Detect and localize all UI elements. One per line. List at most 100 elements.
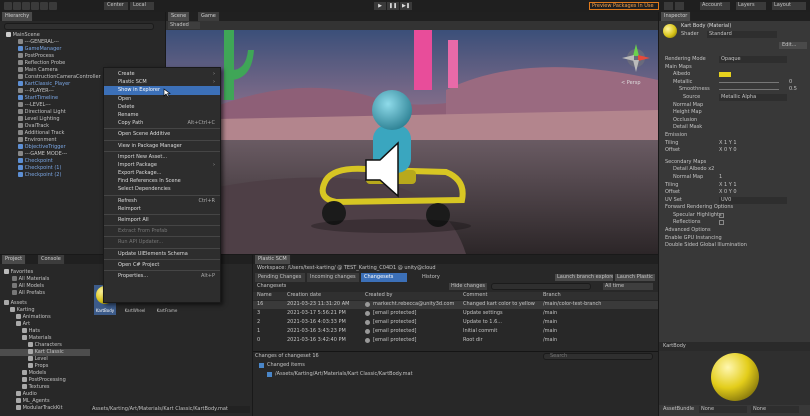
assetbundle-dropdown[interactable]: None bbox=[699, 406, 747, 413]
property-row[interactable]: Normal Map bbox=[659, 102, 810, 110]
tree-item[interactable]: Art bbox=[0, 321, 90, 328]
move-tool-icon[interactable] bbox=[13, 2, 21, 10]
tab-pending-changes[interactable]: Pending Changes bbox=[255, 273, 305, 282]
tab-project[interactable]: Project bbox=[2, 255, 27, 264]
property-row[interactable]: Offset X 0 Y 0 bbox=[659, 189, 810, 197]
property-row[interactable]: Tiling X 1 Y 1 bbox=[659, 182, 810, 190]
checkbox-icon[interactable] bbox=[719, 220, 724, 226]
shader-dropdown[interactable]: Standard bbox=[707, 31, 777, 38]
tab-incoming-changes[interactable]: Incoming changes bbox=[307, 273, 359, 282]
tree-item[interactable]: Assets bbox=[0, 300, 90, 307]
collab-icon[interactable] bbox=[664, 2, 673, 10]
step-button[interactable]: ▶❚ bbox=[400, 2, 412, 10]
menu-item-import-new-asset[interactable]: Import New Asset... bbox=[104, 153, 220, 161]
table-row[interactable]: 3 2021-03-17 5:56:21 PM [email protected… bbox=[253, 310, 658, 318]
property-row[interactable]: Reflections bbox=[659, 219, 810, 227]
property-row[interactable]: Detail Albedo x2 bbox=[659, 166, 810, 174]
property-row[interactable]: Metallic 0 bbox=[659, 79, 810, 87]
changes-search[interactable]: Search bbox=[543, 353, 653, 360]
property-row[interactable]: Double Sided Global Illumination bbox=[659, 242, 810, 250]
preview-area[interactable] bbox=[659, 351, 810, 405]
changed-items-row[interactable]: Changed items bbox=[259, 362, 459, 370]
scale-tool-icon[interactable] bbox=[31, 2, 39, 10]
property-row[interactable]: Enable GPU Instancing bbox=[659, 235, 810, 243]
tree-item[interactable]: Animations bbox=[0, 314, 90, 321]
pivot-local-toggle[interactable]: Local bbox=[130, 2, 154, 10]
transform-tool-icon[interactable] bbox=[49, 2, 57, 10]
checkbox-icon[interactable] bbox=[719, 212, 724, 218]
tree-item[interactable]: Materials bbox=[0, 335, 90, 342]
hierarchy-search[interactable] bbox=[4, 23, 154, 30]
tree-item[interactable]: Models bbox=[0, 370, 90, 377]
menu-item-open-scene-additive[interactable]: Open Scene Additive bbox=[104, 130, 220, 138]
pause-button[interactable]: ❚❚ bbox=[387, 2, 399, 10]
tree-item[interactable]: All Materials bbox=[0, 276, 90, 283]
menu-item-update-uielements-schema[interactable]: Update UIElements Schema bbox=[104, 250, 220, 258]
menu-item-delete[interactable]: Delete bbox=[104, 103, 220, 111]
menu-item-rename[interactable]: Rename bbox=[104, 111, 220, 119]
property-row[interactable]: Detail Mask bbox=[659, 124, 810, 132]
tree-item[interactable]: Characters bbox=[0, 342, 90, 349]
albedo-color-swatch[interactable] bbox=[719, 72, 731, 78]
launch-branch-explorer-button[interactable]: Launch branch explorer bbox=[555, 274, 613, 281]
property-row[interactable]: UV Set UV0 bbox=[659, 196, 810, 205]
hierarchy-item[interactable]: PostProcess bbox=[0, 53, 165, 60]
preview-packages-badge[interactable]: Preview Packages In Use bbox=[589, 2, 659, 10]
time-filter-dropdown[interactable]: All time bbox=[603, 283, 653, 290]
account-dropdown[interactable]: Account bbox=[700, 2, 730, 10]
property-row[interactable]: Albedo bbox=[659, 71, 810, 79]
slider-track[interactable] bbox=[719, 81, 779, 83]
tree-item[interactable]: Textures bbox=[0, 384, 90, 391]
menu-item-extract-from-prefab[interactable]: Extract From Prefab bbox=[104, 227, 220, 235]
property-row[interactable]: Normal Map 1 bbox=[659, 174, 810, 182]
table-row[interactable]: 0 2021-03-16 3:42:40 PM [email protected… bbox=[253, 337, 658, 345]
tree-item[interactable]: Karting bbox=[0, 307, 90, 314]
tree-item[interactable]: Favorites bbox=[0, 269, 90, 276]
history-button[interactable]: History bbox=[419, 273, 459, 282]
menu-item-view-in-package-manager[interactable]: View in Package Manager bbox=[104, 142, 220, 150]
persp-label[interactable]: < Persp bbox=[621, 80, 641, 87]
menu-item-copy-path[interactable]: Copy Path Alt+Ctrl+C bbox=[104, 119, 220, 127]
menu-item-open[interactable]: Open bbox=[104, 95, 220, 103]
tree-item[interactable]: PostProcessing bbox=[0, 377, 90, 384]
scene-viewport[interactable] bbox=[166, 30, 658, 254]
tab-hierarchy[interactable]: Hierarchy bbox=[2, 12, 34, 21]
tree-item[interactable]: Kart Classic bbox=[0, 349, 90, 356]
menu-item-find-references[interactable]: Find References In Scene bbox=[104, 177, 220, 185]
hierarchy-item[interactable]: ---GENERAL--- bbox=[0, 39, 165, 46]
menu-item-import-package[interactable]: Import Package › bbox=[104, 161, 220, 169]
tree-item[interactable]: All Models bbox=[0, 283, 90, 290]
changesets-search[interactable] bbox=[491, 283, 591, 290]
tab-scene[interactable]: Scene bbox=[168, 12, 191, 21]
tab-inspector[interactable]: Inspector bbox=[661, 12, 692, 21]
table-row[interactable]: 1 2021-03-16 3:43:23 PM [email protected… bbox=[253, 328, 658, 336]
shading-mode-dropdown[interactable]: Shaded bbox=[168, 22, 200, 29]
pivot-center-toggle[interactable]: Center bbox=[104, 2, 128, 10]
table-row[interactable]: 2 2021-03-16 4:03:33 PM [email protected… bbox=[253, 319, 658, 327]
property-row[interactable]: Emission bbox=[659, 132, 810, 140]
assetbundle-variant-dropdown[interactable]: None bbox=[751, 406, 799, 413]
tree-item[interactable]: ModularTrackKit bbox=[0, 405, 90, 412]
hand-tool-icon[interactable] bbox=[4, 2, 12, 10]
layers-dropdown[interactable]: Layers bbox=[736, 2, 766, 10]
menu-item-reimport[interactable]: Reimport bbox=[104, 205, 220, 213]
edit-shader-button[interactable]: Edit... bbox=[779, 42, 807, 49]
tree-item[interactable]: Hats bbox=[0, 328, 90, 335]
tree-item[interactable]: ML_Agents bbox=[0, 398, 90, 405]
rect-tool-icon[interactable] bbox=[40, 2, 48, 10]
menu-item-reimport-all[interactable]: Reimport All bbox=[104, 216, 220, 224]
property-row[interactable]: Offset X 0 Y 0 bbox=[659, 147, 810, 155]
hide-changes-button[interactable]: Hide changes bbox=[449, 283, 487, 290]
hierarchy-item[interactable]: MainScene bbox=[0, 32, 165, 39]
property-row[interactable]: Height Map bbox=[659, 109, 810, 117]
tree-item[interactable]: Level bbox=[0, 356, 90, 363]
menu-item-plastic-scm[interactable]: Plastic SCM › bbox=[104, 78, 220, 86]
property-row[interactable]: Specular Highlights bbox=[659, 212, 810, 220]
property-row[interactable]: Rendering Mode Opaque bbox=[659, 56, 810, 64]
play-button[interactable]: ▶ bbox=[374, 2, 386, 10]
layout-dropdown[interactable]: Layout bbox=[772, 2, 806, 10]
changed-file-row[interactable]: /Assets/Karting/Art/Materials/Kart Class… bbox=[267, 371, 517, 379]
tree-item[interactable]: Audio bbox=[0, 391, 90, 398]
property-row[interactable]: Tiling X 1 Y 1 bbox=[659, 140, 810, 148]
property-row[interactable]: Occlusion bbox=[659, 117, 810, 125]
